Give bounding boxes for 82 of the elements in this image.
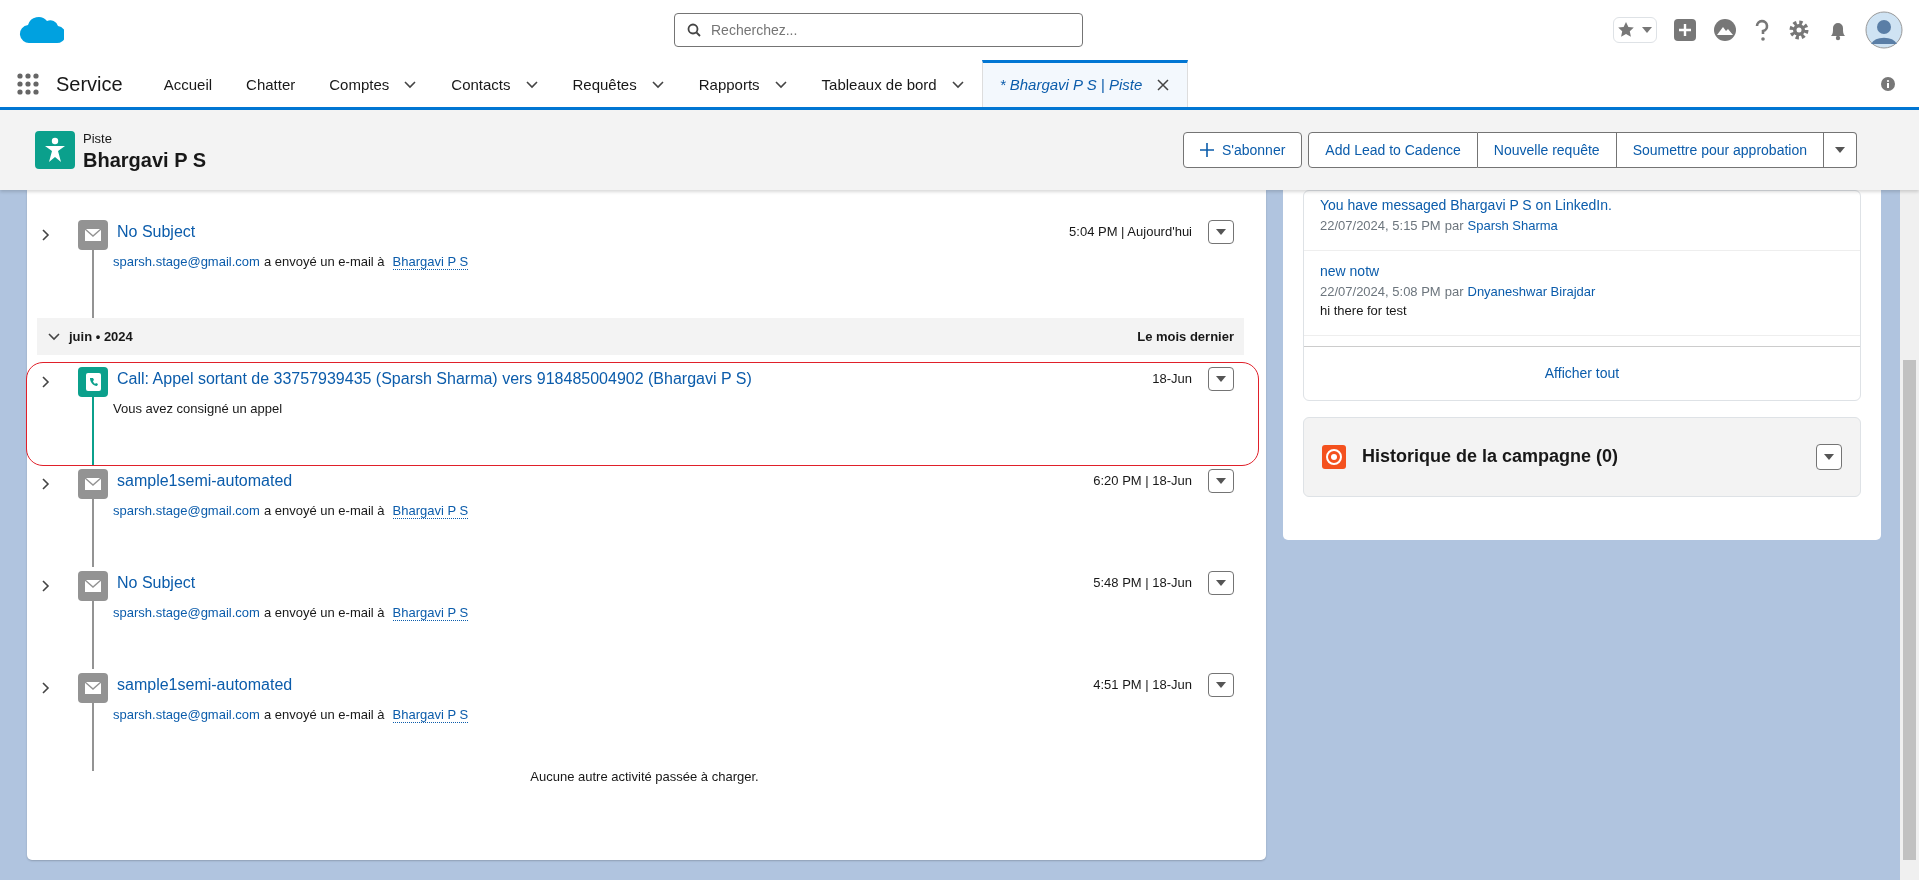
action-button[interactable]: Nouvelle requête (1477, 132, 1617, 168)
sender-link[interactable]: sparsh.stage@gmail.com (113, 605, 260, 620)
avatar-icon[interactable] (1865, 11, 1903, 49)
action-button[interactable]: Add Lead to Cadence (1308, 132, 1478, 168)
note-title[interactable]: new notw (1320, 260, 1844, 282)
activity-title[interactable]: No Subject (117, 220, 196, 244)
close-icon[interactable] (1156, 78, 1171, 92)
info-icon (1881, 76, 1895, 91)
plus-icon (1199, 143, 1214, 157)
activity-text: a envoyé un e-mail à (263, 605, 385, 620)
action-button[interactable]: Soumettre pour approbation (1616, 132, 1824, 168)
note-author-label: par (1444, 218, 1464, 233)
app-launcher-icon[interactable] (16, 71, 40, 96)
view-all-link[interactable]: Afficher tout (1544, 364, 1620, 381)
activity-title[interactable]: sample1semi-automated (117, 673, 293, 697)
note-date: 22/07/2024, 5:15 PM (1320, 218, 1441, 233)
campaign-title: Historique de la campagne (0) (1362, 445, 1619, 468)
section-note: Le mois dernier (1137, 327, 1234, 346)
dropdown-button[interactable] (1208, 571, 1234, 595)
note-title[interactable]: You have messaged Bhargavi P S on LinkedIn. (1320, 195, 1844, 216)
activity-time: 18-Jun (1152, 370, 1192, 389)
recipient-link[interactable]: Bhargavi P S (392, 254, 469, 270)
author-link[interactable]: Sparsh Sharma (1467, 218, 1558, 233)
note-author-label: par (1444, 283, 1464, 299)
note-date: 22/07/2024, 5:08 PM (1320, 283, 1441, 299)
sender-link[interactable]: sparsh.stage@gmail.com (113, 707, 260, 722)
recipient-link[interactable]: Bhargavi P S (392, 503, 469, 519)
recipient-link[interactable]: Bhargavi P S (392, 605, 469, 621)
lead-icon (35, 131, 75, 169)
caret-icon (1215, 476, 1227, 486)
caret-icon (1834, 145, 1846, 155)
dropdown-button[interactable] (1816, 443, 1842, 470)
activity-title[interactable]: sample1semi-automated (117, 469, 293, 493)
app-name: Service (56, 71, 123, 97)
search-icon (687, 23, 701, 37)
activity-time: 6:20 PM | 18-Jun (1093, 472, 1192, 491)
plus-icon[interactable] (1673, 18, 1697, 42)
dropdown-button[interactable] (1208, 367, 1234, 391)
search-field[interactable]: Recherchez... (674, 13, 1083, 47)
nav-tab[interactable]: Tableaux de bord (804, 60, 982, 107)
activity-text: a envoyé un e-mail à (263, 503, 385, 518)
nav-tab[interactable]: Rapports (681, 60, 805, 107)
nav-tab[interactable]: Comptes (312, 60, 435, 107)
activity-title[interactable]: Call: Appel sortant de 33757939435 (Sparsh Sharma) vers 918485004902 (Bhargavi P S) (117, 367, 752, 391)
caret-icon (1215, 374, 1227, 384)
section-title: juin • 2024 (69, 327, 133, 346)
activity-time: 5:48 PM | 18-Jun (1093, 574, 1192, 593)
nav-tab[interactable]: Accueil (146, 60, 230, 107)
nav-tab[interactable]: Requêtes (555, 60, 682, 107)
dropdown-button[interactable] (1208, 469, 1234, 493)
dropdown-button[interactable] (1208, 673, 1234, 697)
caret-icon (1823, 451, 1835, 462)
sender-link[interactable]: sparsh.stage@gmail.com (113, 254, 260, 269)
author-link[interactable]: Dnyaneshwar Birajdar (1467, 283, 1596, 299)
note-body: hi there for test (1320, 302, 1408, 320)
help-icon[interactable] (1753, 18, 1771, 42)
favorites-button[interactable] (1613, 17, 1657, 43)
nav-tab[interactable]: * Bhargavi P S | Piste (981, 60, 1189, 107)
scrollbar-thumb[interactable] (1903, 360, 1916, 860)
sender-link[interactable]: sparsh.stage@gmail.com (113, 503, 260, 518)
activity-description: Vous avez consigné un appel (113, 401, 283, 416)
record-type: Piste (83, 130, 113, 149)
menu-button[interactable] (1824, 132, 1857, 168)
empty-message: Aucune autre activité passée à charger. (529, 768, 760, 786)
caret-icon (1215, 578, 1227, 588)
activity-title[interactable]: No Subject (117, 571, 196, 595)
mountain-icon[interactable] (1713, 18, 1737, 42)
follow-button[interactable]: S'abonner (1182, 132, 1303, 168)
activity-text: a envoyé un e-mail à (263, 254, 385, 269)
activity-time: 5:04 PM | Aujourd'hui (1069, 223, 1192, 242)
nav-tab[interactable]: Contacts (434, 60, 556, 107)
caret-icon (1215, 680, 1227, 690)
caret-icon (1642, 27, 1652, 33)
activity-time: 4:51 PM | 18-Jun (1093, 676, 1192, 695)
settings-icon[interactable] (1787, 18, 1811, 42)
record-name: Bhargavi P S (83, 148, 207, 171)
recipient-link[interactable]: Bhargavi P S (392, 707, 469, 723)
dropdown-button[interactable] (1208, 220, 1234, 244)
caret-icon (1215, 227, 1227, 237)
target-icon (1322, 444, 1346, 469)
nav-tab[interactable]: Chatter (229, 60, 313, 107)
activity-text: a envoyé un e-mail à (263, 707, 385, 722)
